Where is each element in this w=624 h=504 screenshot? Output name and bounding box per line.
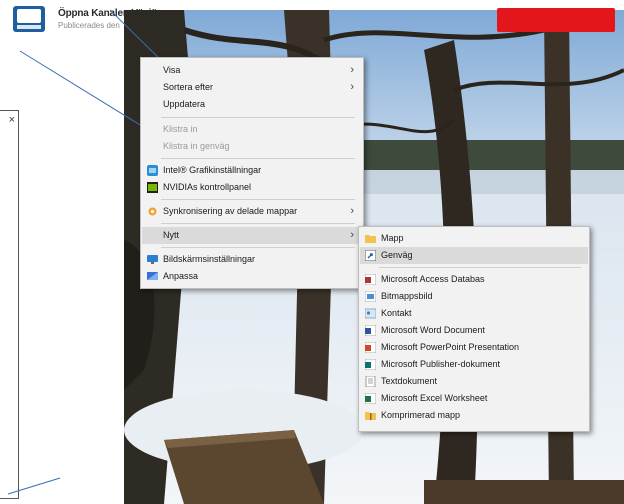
desktop-context-menu: Visa › Sortera efter › Uppdatera Klistra…	[140, 57, 364, 289]
submenu-item-powerpoint[interactable]: Microsoft PowerPoint Presentation	[360, 339, 588, 356]
menu-item-uppdatera[interactable]: Uppdatera	[142, 96, 362, 113]
menu-item-display-settings[interactable]: Bildskärmsinställningar	[142, 251, 362, 268]
channel-title[interactable]: Öppna Kanalen Växjö	[58, 8, 157, 19]
excel-icon	[365, 393, 376, 404]
text-document-icon	[365, 376, 376, 387]
menu-item-sync-shared-folders[interactable]: Synkronisering av delade mappar ›	[142, 203, 362, 220]
submenu-item-word[interactable]: Microsoft Word Document	[360, 322, 588, 339]
access-icon	[365, 274, 376, 285]
display-settings-icon	[147, 255, 158, 264]
menu-separator	[161, 158, 355, 159]
article-header: Öppna Kanalen Växjö Publicerades den	[0, 0, 624, 40]
submenu-item-excel[interactable]: Microsoft Excel Worksheet	[360, 390, 588, 407]
publish-info: Publicerades den	[58, 21, 120, 30]
zip-folder-icon	[365, 412, 376, 420]
menu-separator	[379, 267, 581, 268]
menu-item-intel-graphics[interactable]: Intel® Grafikinställningar	[142, 162, 362, 179]
submenu-item-mapp[interactable]: Mapp	[360, 230, 588, 247]
chevron-right-icon: ›	[350, 205, 354, 217]
menu-separator	[161, 199, 355, 200]
close-icon[interactable]: ×	[9, 115, 15, 126]
word-icon	[365, 325, 376, 336]
submenu-item-publisher[interactable]: Microsoft Publisher-dokument	[360, 356, 588, 373]
sync-icon	[148, 207, 157, 216]
menu-item-visa[interactable]: Visa ›	[142, 62, 362, 79]
folder-icon	[365, 235, 376, 243]
menu-item-sortera-efter[interactable]: Sortera efter ›	[142, 79, 362, 96]
bitmap-icon	[365, 291, 376, 302]
intel-graphics-icon	[147, 165, 158, 176]
chevron-right-icon: ›	[350, 64, 354, 76]
subscribe-button[interactable]	[497, 8, 615, 32]
shortcut-icon	[365, 250, 376, 261]
submenu-item-kontakt[interactable]: Kontakt	[360, 305, 588, 322]
menu-item-klistra-in-genvag: Klistra in genväg	[163, 141, 230, 151]
submenu-item-genvag[interactable]: Genväg	[360, 247, 588, 264]
menu-separator	[161, 247, 355, 248]
powerpoint-icon	[365, 342, 376, 353]
submenu-item-access[interactable]: Microsoft Access Databas	[360, 271, 588, 288]
submenu-item-komprimerad-mapp[interactable]: Komprimerad mapp	[360, 407, 588, 424]
personalize-icon	[147, 272, 158, 280]
menu-item-klistra-in: Klistra in	[163, 124, 198, 134]
menu-item-personalize[interactable]: Anpassa	[142, 268, 362, 285]
new-submenu: Mapp Genväg Microsoft Access Databas Bit…	[358, 226, 590, 432]
menu-item-nvidia[interactable]: NVIDIAs kontrollpanel	[142, 179, 362, 196]
publisher-icon	[365, 359, 376, 370]
chevron-right-icon: ›	[350, 229, 354, 241]
nvidia-icon	[147, 182, 158, 193]
submenu-item-bitmap[interactable]: Bitmappsbild	[360, 288, 588, 305]
menu-separator	[161, 223, 355, 224]
chevron-right-icon: ›	[350, 81, 354, 93]
contact-icon	[365, 308, 376, 319]
side-panel: ×	[0, 110, 19, 499]
channel-logo	[13, 6, 45, 32]
menu-separator	[161, 117, 355, 118]
submenu-item-textdokument[interactable]: Textdokument	[360, 373, 588, 390]
menu-item-nytt[interactable]: Nytt ›	[142, 227, 362, 244]
